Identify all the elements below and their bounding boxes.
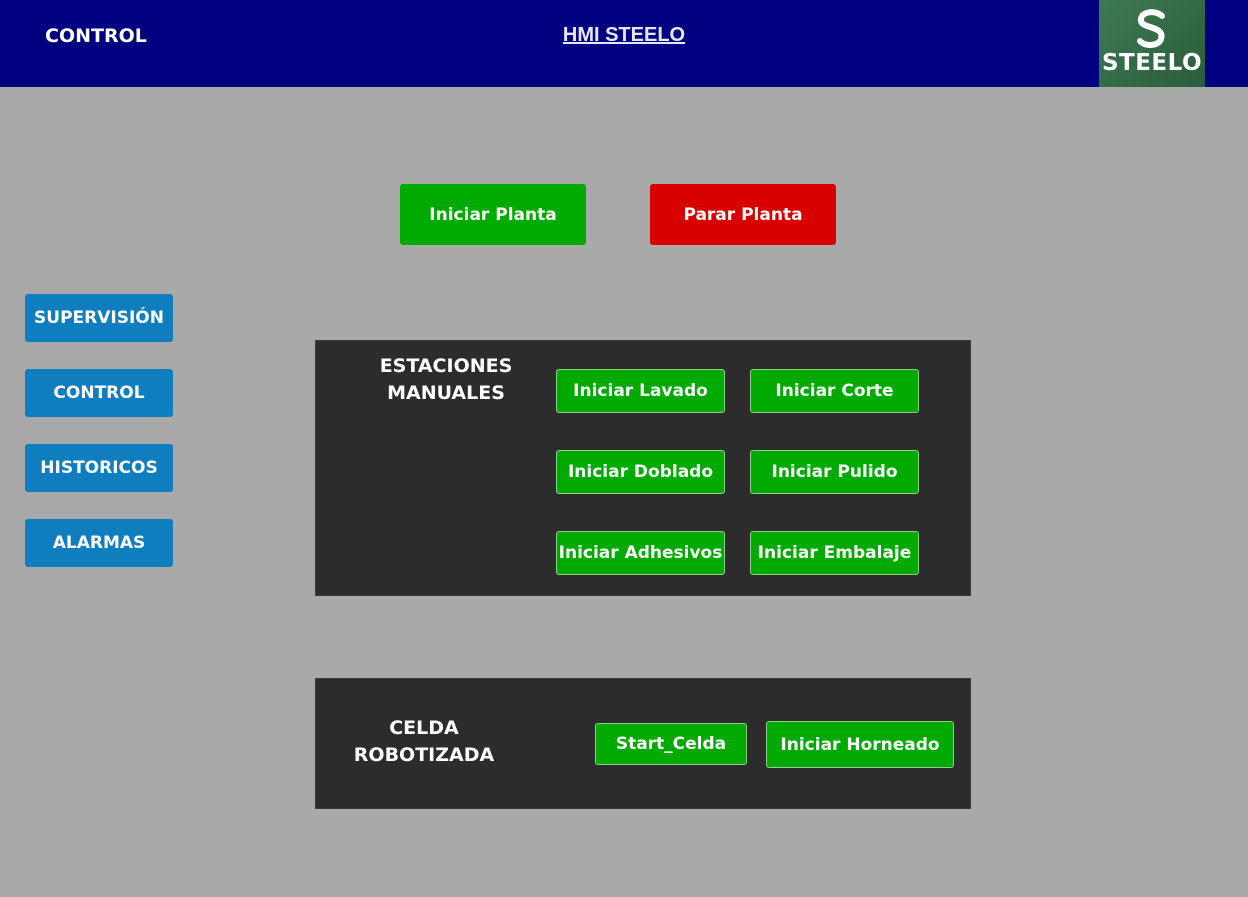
start-lavado-button[interactable]: Iniciar Lavado bbox=[556, 369, 725, 413]
start-plant-button[interactable]: Iniciar Planta bbox=[400, 184, 586, 245]
sidebar-item-control[interactable]: CONTROL bbox=[25, 369, 173, 417]
start-adhesivos-button[interactable]: Iniciar Adhesivos bbox=[556, 531, 725, 575]
steelo-s-logo-icon bbox=[1137, 9, 1165, 48]
header-bar: CONTROL HMI STEELO STEELO bbox=[0, 0, 1248, 87]
manual-stations-panel: ESTACIONES MANUALES Iniciar Lavado Inici… bbox=[315, 340, 971, 596]
logo-text: STEELO bbox=[1101, 50, 1203, 76]
start-pulido-button[interactable]: Iniciar Pulido bbox=[750, 450, 919, 494]
sidebar-item-alarmas[interactable]: ALARMAS bbox=[25, 519, 173, 567]
steelo-logo: STEELO bbox=[1099, 0, 1205, 87]
sidebar-item-historicos[interactable]: HISTORICOS bbox=[25, 444, 173, 492]
app-title: HMI STEELO bbox=[562, 24, 686, 46]
robot-cell-label: CELDA ROBOTIZADA bbox=[353, 717, 495, 766]
current-section-label: CONTROL bbox=[45, 25, 147, 47]
start-corte-button[interactable]: Iniciar Corte bbox=[750, 369, 919, 413]
start-embalaje-button[interactable]: Iniciar Embalaje bbox=[750, 531, 919, 575]
manual-stations-label: ESTACIONES MANUALES bbox=[379, 355, 513, 404]
stop-plant-button[interactable]: Parar Planta bbox=[650, 184, 836, 245]
sidebar-item-supervision[interactable]: SUPERVISIÓN bbox=[25, 294, 173, 342]
start-horneado-button[interactable]: Iniciar Horneado bbox=[766, 721, 954, 768]
robot-cell-panel: CELDA ROBOTIZADA Start_Celda Iniciar Hor… bbox=[315, 678, 971, 809]
start-celda-button[interactable]: Start_Celda bbox=[595, 723, 747, 765]
start-doblado-button[interactable]: Iniciar Doblado bbox=[556, 450, 725, 494]
